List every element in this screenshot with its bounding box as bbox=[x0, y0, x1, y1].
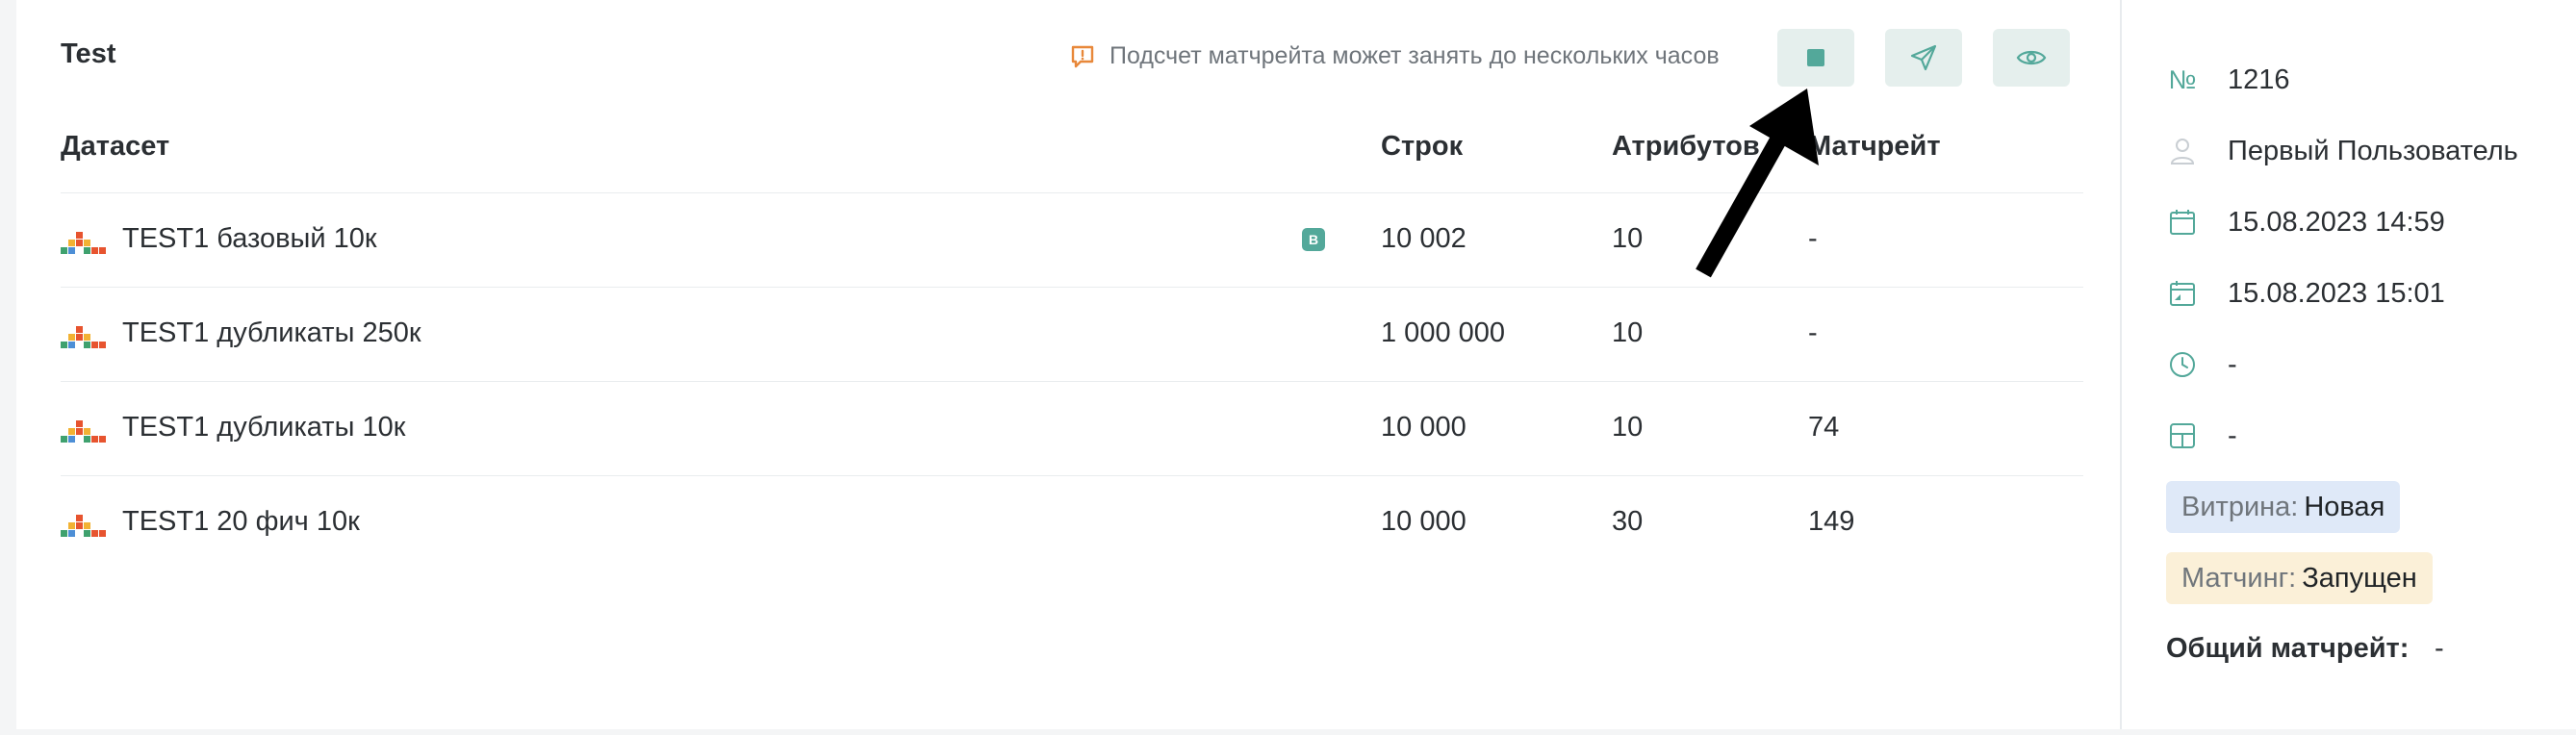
attributes-count: 10 bbox=[1612, 412, 1644, 443]
page-title: Test bbox=[61, 38, 116, 69]
send-button[interactable] bbox=[1885, 29, 1962, 87]
matchrate-value: - bbox=[1808, 317, 1818, 348]
matching-status-badge: Матчинг: Запущен bbox=[2166, 552, 2433, 604]
details-sidebar: № 1216 Первый Пользователь 15.08.2023 14… bbox=[2120, 0, 2576, 729]
notice-icon bbox=[1071, 45, 1094, 67]
matchrate-value: 149 bbox=[1808, 506, 1855, 537]
updated-date: 15.08.2023 15:01 bbox=[2228, 277, 2445, 309]
total-matchrate-label: Общий матчрейт: bbox=[2166, 633, 2410, 664]
duration-row: - bbox=[2168, 349, 2237, 380]
matchrate-value: 74 bbox=[1808, 412, 1840, 443]
stop-button[interactable] bbox=[1777, 29, 1854, 87]
dataset-name[interactable]: TEST1 базовый 10к bbox=[122, 223, 377, 255]
matching-label: Матчинг: bbox=[2181, 562, 2297, 594]
attributes-count: 30 bbox=[1612, 506, 1644, 537]
matchrate-value: - bbox=[1808, 223, 1818, 254]
rows-count: 10 000 bbox=[1381, 506, 1467, 537]
attributes-count: 10 bbox=[1612, 223, 1644, 254]
dataset-icon bbox=[61, 515, 106, 537]
table-row[interactable]: TEST1 20 фич 10к 10 000 30 149 bbox=[16, 476, 2120, 570]
dataset-name[interactable]: TEST1 дубликаты 10к bbox=[122, 412, 405, 444]
dataset-icon bbox=[61, 420, 106, 443]
calendar-edit-icon bbox=[2170, 281, 2195, 306]
column-header-rows[interactable]: Строк bbox=[1381, 131, 1463, 163]
dataset-name[interactable]: TEST1 20 фич 10к bbox=[122, 506, 360, 538]
showcase-label: Витрина: bbox=[2181, 491, 2299, 522]
layout-icon bbox=[2170, 423, 2195, 448]
number-sign-icon: № bbox=[2168, 64, 2197, 94]
matchrate-notice: Подсчет матчрейта может занять до нескол… bbox=[1069, 42, 1720, 70]
layout-row: - bbox=[2168, 420, 2237, 451]
rows-count: 10 000 bbox=[1381, 412, 1467, 443]
matching-value: Запущен bbox=[2302, 562, 2417, 594]
rows-count: 10 002 bbox=[1381, 223, 1467, 254]
user-row: Первый Пользователь bbox=[2168, 136, 2518, 166]
number-row: № 1216 bbox=[2168, 64, 2290, 95]
b-badge: B bbox=[1302, 228, 1325, 251]
clock-icon bbox=[2170, 352, 2195, 377]
updated-row: 15.08.2023 15:01 bbox=[2168, 278, 2445, 309]
user-icon bbox=[2170, 139, 2195, 165]
table-row[interactable]: TEST1 базовый 10к B 10 002 10 - bbox=[16, 193, 2120, 288]
column-header-matchrate[interactable]: Матчрейт bbox=[1808, 131, 1941, 163]
stop-square-icon bbox=[1807, 49, 1824, 66]
attributes-count: 10 bbox=[1612, 317, 1644, 348]
table-row[interactable]: TEST1 дубликаты 10к 10 000 10 74 bbox=[16, 382, 2120, 476]
total-matchrate-value: - bbox=[2435, 633, 2444, 664]
notice-text: Подсчет матчрейта может занять до нескол… bbox=[1109, 42, 1720, 69]
created-row: 15.08.2023 14:59 bbox=[2168, 207, 2445, 238]
eye-icon bbox=[2016, 50, 2047, 65]
showcase-value: Новая bbox=[2304, 491, 2385, 522]
record-number: 1216 bbox=[2228, 63, 2290, 95]
user-name: Первый Пользователь bbox=[2228, 135, 2518, 166]
calendar-icon bbox=[2170, 210, 2195, 235]
dataset-name[interactable]: TEST1 дубликаты 250к bbox=[122, 317, 421, 349]
showcase-status-badge: Витрина: Новая bbox=[2166, 481, 2401, 533]
column-header-attributes[interactable]: Атрибутов bbox=[1612, 131, 1760, 163]
send-icon bbox=[1910, 44, 1937, 71]
dataset-icon bbox=[61, 326, 106, 348]
table-row[interactable]: TEST1 дубликаты 250к 1 000 000 10 - bbox=[16, 288, 2120, 382]
column-header-dataset[interactable]: Датасет bbox=[61, 131, 169, 163]
view-button[interactable] bbox=[1993, 29, 2070, 87]
duration-value: - bbox=[2228, 348, 2237, 380]
rows-count: 1 000 000 bbox=[1381, 317, 1506, 348]
dataset-icon bbox=[61, 232, 106, 254]
dataset-card: Test Подсчет матчрейта может занять до н… bbox=[16, 0, 2120, 729]
layout-value: - bbox=[2228, 419, 2237, 451]
created-date: 15.08.2023 14:59 bbox=[2228, 206, 2445, 238]
